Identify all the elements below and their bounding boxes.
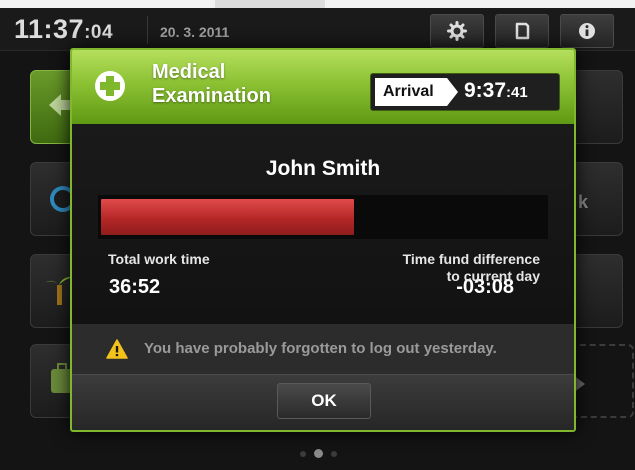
gear-icon <box>447 21 467 41</box>
warning-message: You have probably forgotten to log out y… <box>72 324 574 374</box>
info-button[interactable] <box>560 14 614 48</box>
work-time-bar-fill <box>101 199 354 235</box>
date: 20. 3. 2011 <box>160 24 230 40</box>
arrival-time-seconds: :41 <box>506 84 528 101</box>
arrival-label: Arrival <box>383 83 434 100</box>
clock-hours-minutes: 11:37 <box>14 14 85 44</box>
warning-text: You have probably forgotten to log out y… <box>144 340 497 357</box>
card-icon <box>515 22 530 40</box>
pager-dot[interactable] <box>331 450 337 457</box>
tile-right-2-label: k <box>578 192 589 212</box>
clock: 11:37:04 <box>14 14 113 45</box>
pager-dot-active[interactable] <box>314 449 323 459</box>
status-divider <box>147 16 148 44</box>
card-button[interactable] <box>495 14 549 48</box>
arrival-box: Arrival 9:37:41 <box>370 73 560 111</box>
clock-seconds: :04 <box>84 22 114 43</box>
dialog-body: John Smith 36:52 -03:08 Total work time … <box>72 124 574 324</box>
medical-examination-dialog: Medical Examination Arrival 9:37:41 John… <box>70 48 576 432</box>
dialog-header: Medical Examination Arrival 9:37:41 <box>72 50 574 124</box>
arrival-time-hm: 9:37 <box>464 79 507 102</box>
time-fund-difference-label-line1: Time fund difference <box>402 251 540 267</box>
pager-dots <box>296 445 341 463</box>
status-bar: 11:37:04 20. 3. 2011 <box>0 8 635 51</box>
total-work-time-label: Total work time <box>108 251 210 267</box>
dialog-footer: OK <box>72 374 574 430</box>
pager-dot[interactable] <box>300 450 306 457</box>
arrival-tag: Arrival <box>375 78 458 106</box>
arrival-time: 9:37:41 <box>464 79 528 103</box>
top-strip <box>0 0 635 8</box>
settings-button[interactable] <box>430 14 484 48</box>
person-name: John Smith <box>265 157 381 180</box>
time-fund-difference-label: Time fund difference to current day <box>340 251 540 285</box>
medical-cross-icon <box>95 71 125 101</box>
top-tab <box>215 0 325 8</box>
ok-button[interactable]: OK <box>277 383 371 419</box>
dialog-title-line1: Medical <box>152 61 226 83</box>
info-icon <box>579 23 595 39</box>
warning-icon <box>106 339 128 359</box>
work-time-bar: 36:52 -03:08 <box>98 195 548 298</box>
time-fund-difference-label-line2: to current day <box>446 268 540 284</box>
dialog-title-line2: Examination <box>152 85 271 107</box>
dialog-title: Medical Examination <box>152 60 352 108</box>
total-work-time-value: 36:52 <box>109 276 161 298</box>
